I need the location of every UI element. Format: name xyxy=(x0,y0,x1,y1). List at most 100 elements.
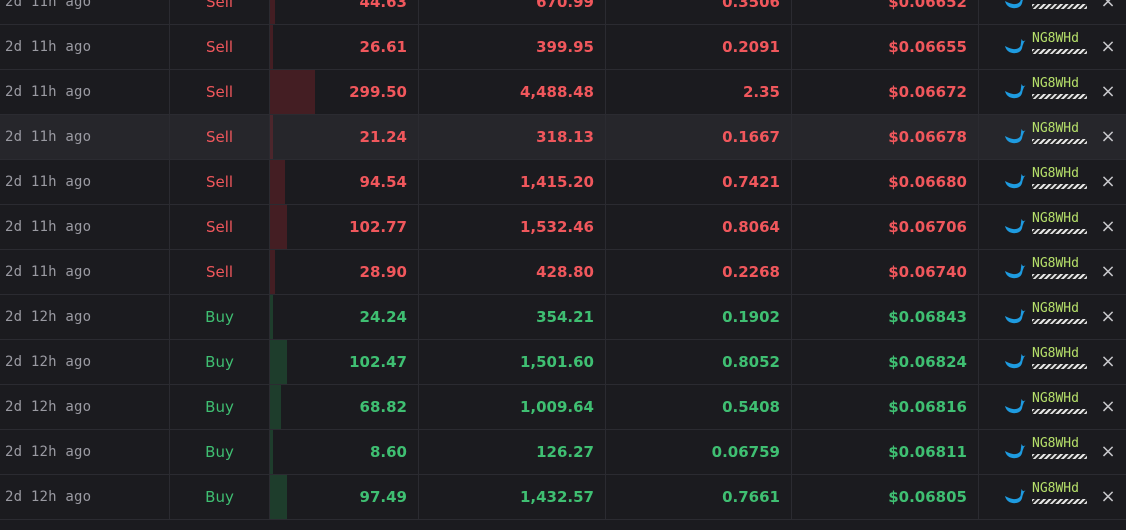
maker-address[interactable]: NG8WHd xyxy=(1032,436,1079,452)
trade-price: $0.06655 xyxy=(792,25,979,69)
close-icon[interactable]: × xyxy=(1099,0,1117,24)
trade-token-amount: 318.13 xyxy=(419,115,606,159)
close-icon[interactable]: × xyxy=(1099,205,1117,249)
maker-tag-stripe xyxy=(1032,139,1087,144)
trade-row[interactable]: 2d 11h ago Sell 299.50 4,488.48 2.35 $0.… xyxy=(0,70,1126,115)
trade-token-amount: 354.21 xyxy=(419,295,606,339)
trade-price: $0.06672 xyxy=(792,70,979,114)
trades-table: 2d 11h ago Sell 44.63 670.99 0.3506 $0.0… xyxy=(0,0,1126,530)
trade-row[interactable]: 2d 12h ago Buy 24.24 354.21 0.1902 $0.06… xyxy=(0,295,1126,340)
trade-row[interactable]: 2d 11h ago Sell 26.61 399.95 0.2091 $0.0… xyxy=(0,25,1126,70)
trade-token-amount: 1,532.46 xyxy=(419,205,606,249)
trade-token-amount: 1,009.64 xyxy=(419,385,606,429)
trade-usd-amount: 8.60 xyxy=(270,430,419,474)
maker-address[interactable]: NG8WHd xyxy=(1032,391,1079,407)
trade-usd-amount: 102.47 xyxy=(270,340,419,384)
trade-row[interactable]: 2d 11h ago Sell 94.54 1,415.20 0.7421 $0… xyxy=(0,160,1126,205)
trade-time: 2d 11h ago xyxy=(0,115,170,159)
whale-icon xyxy=(1005,39,1026,54)
trade-price: $0.06680 xyxy=(792,160,979,204)
maker-address[interactable]: NG8WHd xyxy=(1032,481,1079,497)
maker-address[interactable]: NG8WHd xyxy=(1032,256,1079,272)
trade-sol-amount: 0.3506 xyxy=(606,0,792,24)
whale-icon xyxy=(1005,174,1026,189)
trade-sol-amount: 2.35 xyxy=(606,70,792,114)
close-icon[interactable]: × xyxy=(1099,250,1117,294)
trade-maker[interactable]: NG8WHd × xyxy=(979,340,1126,384)
trade-price: $0.06843 xyxy=(792,295,979,339)
trade-maker[interactable]: NG8WHd × xyxy=(979,430,1126,474)
close-icon[interactable]: × xyxy=(1099,340,1117,384)
close-icon[interactable]: × xyxy=(1099,25,1117,69)
trade-row[interactable]: 2d 12h ago Buy 97.49 1,432.57 0.7661 $0.… xyxy=(0,475,1126,520)
trade-usd-amount: 21.24 xyxy=(270,115,419,159)
trade-maker[interactable]: NG8WHd × xyxy=(979,160,1126,204)
close-icon[interactable]: × xyxy=(1099,385,1117,429)
trade-type: Sell xyxy=(170,160,270,204)
trade-sol-amount: 0.8064 xyxy=(606,205,792,249)
trade-maker[interactable]: NG8WHd × xyxy=(979,250,1126,294)
trade-sol-amount: 0.1667 xyxy=(606,115,792,159)
trade-maker[interactable]: NG8WHd × xyxy=(979,115,1126,159)
maker-address[interactable]: NG8WHd xyxy=(1032,301,1079,317)
trade-time: 2d 12h ago xyxy=(0,475,170,519)
close-icon[interactable]: × xyxy=(1099,70,1117,114)
whale-icon xyxy=(1005,84,1026,99)
maker-tag-stripe xyxy=(1032,49,1087,54)
trade-maker[interactable]: NG8WHd × xyxy=(979,475,1126,519)
whale-icon xyxy=(1005,354,1026,369)
trade-row[interactable]: 2d 11h ago Sell 21.24 318.13 0.1667 $0.0… xyxy=(0,115,1126,160)
trade-usd-amount: 97.49 xyxy=(270,475,419,519)
trade-row[interactable]: 2d 12h ago Buy 68.82 1,009.64 0.5408 $0.… xyxy=(0,385,1126,430)
trade-type: Sell xyxy=(170,250,270,294)
trade-maker[interactable]: NG8WHd × xyxy=(979,25,1126,69)
trade-time: 2d 11h ago xyxy=(0,205,170,249)
close-icon[interactable]: × xyxy=(1099,475,1117,519)
maker-address[interactable]: NG8WHd xyxy=(1032,121,1079,137)
trade-maker[interactable]: NG8WHd × xyxy=(979,0,1126,24)
trade-token-amount: 428.80 xyxy=(419,250,606,294)
maker-tag-stripe xyxy=(1032,229,1087,234)
maker-address[interactable]: NG8WHd xyxy=(1032,211,1079,227)
trade-price: $0.06652 xyxy=(792,0,979,24)
trade-sol-amount: 0.7661 xyxy=(606,475,792,519)
trade-type: Sell xyxy=(170,0,270,24)
maker-address[interactable]: NG8WHd xyxy=(1032,346,1079,362)
close-icon[interactable]: × xyxy=(1099,115,1117,159)
close-icon[interactable]: × xyxy=(1099,160,1117,204)
maker-address[interactable]: NG8WHd xyxy=(1032,0,1079,2)
trade-maker[interactable]: NG8WHd × xyxy=(979,70,1126,114)
trade-usd-amount: 102.77 xyxy=(270,205,419,249)
maker-address[interactable]: NG8WHd xyxy=(1032,76,1079,92)
trade-maker[interactable]: NG8WHd × xyxy=(979,205,1126,249)
trade-row[interactable]: 2d 12h ago Buy 102.47 1,501.60 0.8052 $0… xyxy=(0,340,1126,385)
maker-address[interactable]: NG8WHd xyxy=(1032,166,1079,182)
trade-type: Buy xyxy=(170,385,270,429)
trade-token-amount: 399.95 xyxy=(419,25,606,69)
maker-tag-stripe xyxy=(1032,184,1087,189)
trade-sol-amount: 0.2091 xyxy=(606,25,792,69)
trade-token-amount: 670.99 xyxy=(419,0,606,24)
close-icon[interactable]: × xyxy=(1099,295,1117,339)
trade-usd-amount: 44.63 xyxy=(270,0,419,24)
trade-time: 2d 12h ago xyxy=(0,430,170,474)
trade-maker[interactable]: NG8WHd × xyxy=(979,385,1126,429)
trade-row[interactable]: 2d 12h ago Buy 8.60 126.27 0.06759 $0.06… xyxy=(0,430,1126,475)
trade-time: 2d 12h ago xyxy=(0,295,170,339)
maker-address[interactable]: NG8WHd xyxy=(1032,31,1079,47)
maker-tag-stripe xyxy=(1032,319,1087,324)
trade-type: Sell xyxy=(170,115,270,159)
whale-icon xyxy=(1005,309,1026,324)
trade-row[interactable]: 2d 11h ago Sell 44.63 670.99 0.3506 $0.0… xyxy=(0,0,1126,25)
trade-row[interactable]: 2d 11h ago Sell 102.77 1,532.46 0.8064 $… xyxy=(0,205,1126,250)
trade-sol-amount: 0.06759 xyxy=(606,430,792,474)
trade-token-amount: 126.27 xyxy=(419,430,606,474)
trade-maker[interactable]: NG8WHd × xyxy=(979,295,1126,339)
trade-type: Sell xyxy=(170,70,270,114)
close-icon[interactable]: × xyxy=(1099,430,1117,474)
trade-usd-amount: 68.82 xyxy=(270,385,419,429)
trade-time: 2d 12h ago xyxy=(0,340,170,384)
trade-price: $0.06805 xyxy=(792,475,979,519)
trade-row[interactable]: 2d 11h ago Sell 28.90 428.80 0.2268 $0.0… xyxy=(0,250,1126,295)
trade-token-amount: 1,432.57 xyxy=(419,475,606,519)
